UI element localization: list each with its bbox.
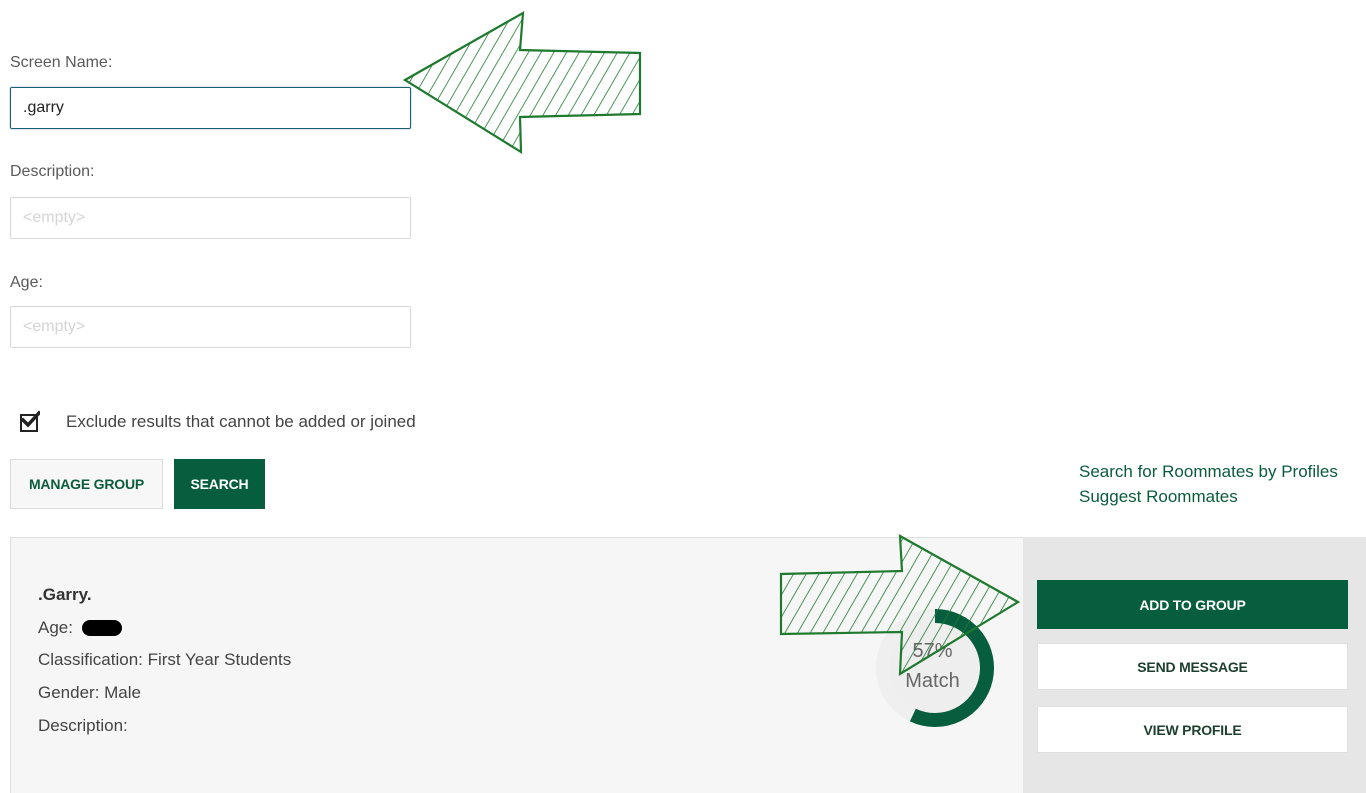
- exclude-results-label: Exclude results that cannot be added or …: [66, 412, 416, 431]
- exclude-results-checkbox[interactable]: [20, 410, 40, 432]
- checkmark-icon: [20, 410, 40, 428]
- redaction-mark: [82, 620, 122, 636]
- match-percent: 57%: [912, 640, 953, 662]
- view-profile-button[interactable]: VIEW PROFILE: [1037, 706, 1348, 753]
- search-roommates-by-profiles-link[interactable]: Search for Roommates by Profiles: [1079, 462, 1338, 482]
- suggest-roommates-link[interactable]: Suggest Roommates: [1079, 487, 1238, 507]
- manage-group-button[interactable]: MANAGE GROUP: [10, 459, 163, 509]
- exclude-results-row[interactable]: Exclude results that cannot be added or …: [20, 410, 416, 432]
- search-button[interactable]: SEARCH: [174, 459, 265, 509]
- result-gender: Gender: Male: [38, 683, 141, 702]
- arrow-left-icon: [402, 11, 642, 155]
- match-gauge: 57% Match: [870, 600, 1000, 736]
- screen-name-input[interactable]: [10, 87, 411, 129]
- result-classification: Classification: First Year Students: [38, 650, 292, 669]
- send-message-button[interactable]: SEND MESSAGE: [1037, 643, 1348, 690]
- description-input[interactable]: [10, 197, 411, 239]
- match-ring: [876, 609, 994, 727]
- description-label: Description:: [10, 163, 95, 180]
- screen-name-label: Screen Name:: [10, 54, 113, 71]
- result-age: Age:: [38, 618, 73, 637]
- result-description: Description:: [38, 716, 128, 735]
- match-label: Match: [905, 670, 960, 692]
- age-input[interactable]: [10, 306, 411, 348]
- result-name: .Garry.: [38, 585, 92, 604]
- add-to-group-button[interactable]: ADD TO GROUP: [1037, 580, 1348, 629]
- age-label: Age:: [10, 274, 43, 291]
